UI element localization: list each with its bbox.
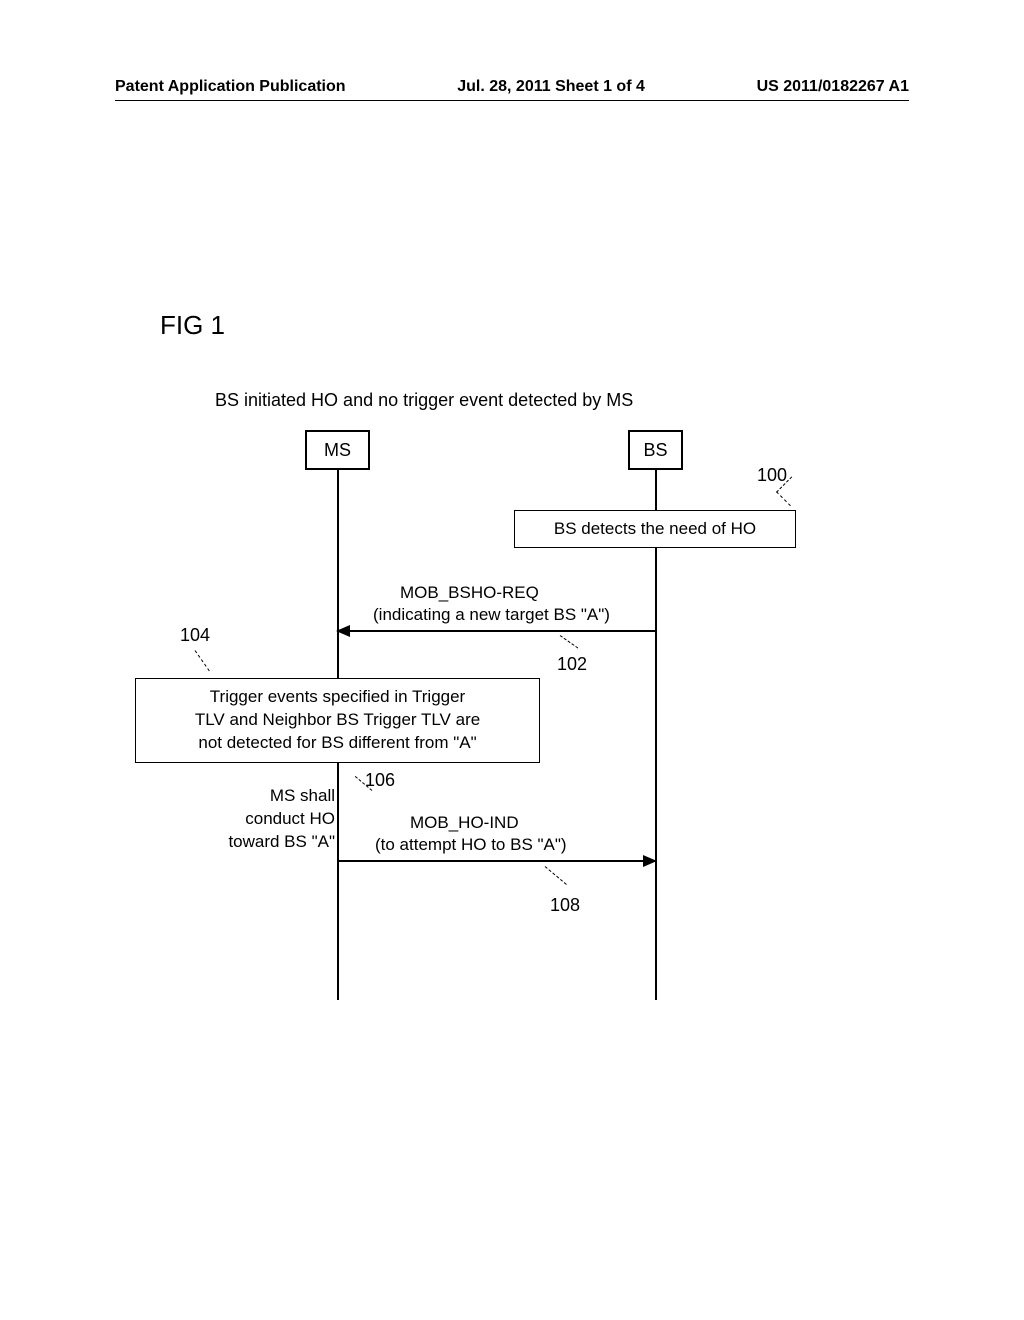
arrow-102 [338, 630, 655, 632]
message-108-line2: (to attempt HO to BS "A") [375, 835, 567, 855]
header-rule [115, 100, 909, 101]
ms-shall-note: MS shall conduct HO toward BS "A" [205, 785, 335, 854]
reference-104: 104 [180, 625, 210, 646]
figure-label: FIG 1 [160, 310, 225, 341]
reference-100: 100 [757, 465, 787, 486]
header-right: US 2011/0182267 A1 [757, 78, 909, 96]
bs-participant-box: BS [628, 430, 683, 470]
bs-detects-text: BS detects the need of HO [554, 519, 756, 539]
page-header: Patent Application Publication Jul. 28, … [0, 78, 1024, 96]
bs-lifeline [655, 470, 657, 1000]
trigger-line1: Trigger events specified in Trigger [210, 686, 465, 709]
trigger-events-box: Trigger events specified in Trigger TLV … [135, 678, 540, 763]
arrow-108 [338, 860, 655, 862]
ms-shall-line3: toward BS "A" [205, 831, 335, 854]
trigger-line3: not detected for BS different from "A" [198, 732, 476, 755]
ms-label: MS [324, 440, 351, 461]
ms-participant-box: MS [305, 430, 370, 470]
trigger-line2: TLV and Neighbor BS Trigger TLV are [195, 709, 480, 732]
leader-line-108 [545, 866, 567, 885]
message-108-line1: MOB_HO-IND [410, 813, 519, 833]
header-center: Jul. 28, 2011 Sheet 1 of 4 [457, 78, 645, 96]
ms-shall-line1: MS shall [205, 785, 335, 808]
sequence-diagram: MS BS 100 BS detects the need of HO MOB_… [100, 430, 800, 1030]
leader-line-104 [195, 650, 210, 671]
message-102-line2: (indicating a new target BS "A") [373, 605, 610, 625]
bs-detects-box: BS detects the need of HO [514, 510, 796, 548]
ms-shall-line2: conduct HO [205, 808, 335, 831]
reference-108: 108 [550, 895, 580, 916]
message-102-line1: MOB_BSHO-REQ [400, 583, 539, 603]
leader-line-102 [550, 635, 585, 660]
bs-label: BS [643, 440, 667, 461]
header-left: Patent Application Publication [115, 78, 346, 96]
diagram-title: BS initiated HO and no trigger event det… [215, 390, 633, 411]
